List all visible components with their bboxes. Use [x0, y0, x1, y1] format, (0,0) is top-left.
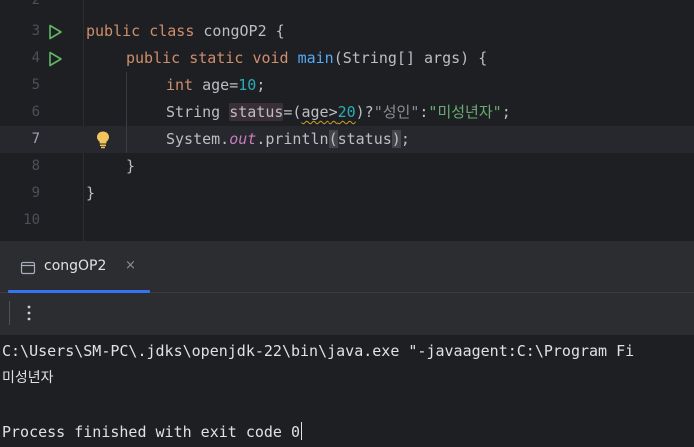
- line-number: 10: [23, 212, 40, 228]
- indent-guide: [126, 72, 127, 153]
- code-text: }: [126, 157, 136, 175]
- toolbar-separator: [9, 301, 10, 325]
- line-number: 7: [31, 131, 40, 147]
- run-toolbar: [0, 293, 694, 335]
- code-text: System.out.println(status);: [166, 130, 410, 148]
- line-number: 6: [31, 104, 40, 120]
- console-exit-message: Process finished with exit code 0: [2, 422, 303, 441]
- more-options-icon[interactable]: [25, 302, 33, 324]
- tab-label: congOP2: [44, 258, 107, 274]
- line-number: 4: [31, 50, 40, 66]
- code-line-10[interactable]: 10: [0, 207, 694, 234]
- code-text: public class congOP2 {: [86, 22, 285, 40]
- line-number: 3: [31, 23, 40, 39]
- code-line-2[interactable]: 2: [0, 0, 694, 14]
- run-tab-bar: congOP2 ×: [0, 241, 694, 293]
- line-number: 9: [31, 185, 40, 201]
- line-number: 2: [31, 0, 40, 8]
- code-line-6[interactable]: 6 String status=(age>20)?"성인":"미성년자";: [0, 99, 694, 126]
- tab-congop2[interactable]: congOP2 ×: [8, 241, 150, 293]
- code-line-9[interactable]: 9 }: [0, 180, 694, 207]
- code-text: }: [86, 184, 96, 202]
- console-window-icon: [20, 261, 36, 275]
- run-tool-window: congOP2 × C:\Users\SM-PC\.jdks\openjdk-2…: [0, 241, 694, 447]
- line-number: 5: [31, 77, 40, 93]
- console-command-line: C:\Users\SM-PC\.jdks\openjdk-22\bin\java…: [2, 342, 635, 360]
- line-number: 8: [31, 158, 40, 174]
- code-editor[interactable]: 2 3 public class congOP2 { 4 public stat…: [0, 0, 694, 241]
- close-icon[interactable]: ×: [125, 258, 136, 273]
- code-text: public static void main(String[] args) {: [126, 49, 488, 67]
- code-line-7[interactable]: 7 System.out.println(status);: [0, 126, 694, 153]
- run-icon[interactable]: [47, 24, 63, 40]
- code-text: String status=(age>20)?"성인":"미성년자";: [166, 103, 511, 121]
- code-line-5[interactable]: 5 int age=10;: [0, 72, 694, 99]
- console-output[interactable]: C:\Users\SM-PC\.jdks\openjdk-22\bin\java…: [0, 335, 694, 447]
- code-line-8[interactable]: 8 }: [0, 153, 694, 180]
- code-line-3[interactable]: 3 public class congOP2 {: [0, 18, 694, 45]
- code-text: int age=10;: [166, 76, 266, 94]
- run-icon[interactable]: [47, 51, 63, 67]
- code-line-4[interactable]: 4 public static void main(String[] args)…: [0, 45, 694, 72]
- console-program-output: 미성년자: [2, 370, 54, 386]
- lightbulb-icon[interactable]: [95, 130, 111, 149]
- text-caret: [301, 422, 303, 440]
